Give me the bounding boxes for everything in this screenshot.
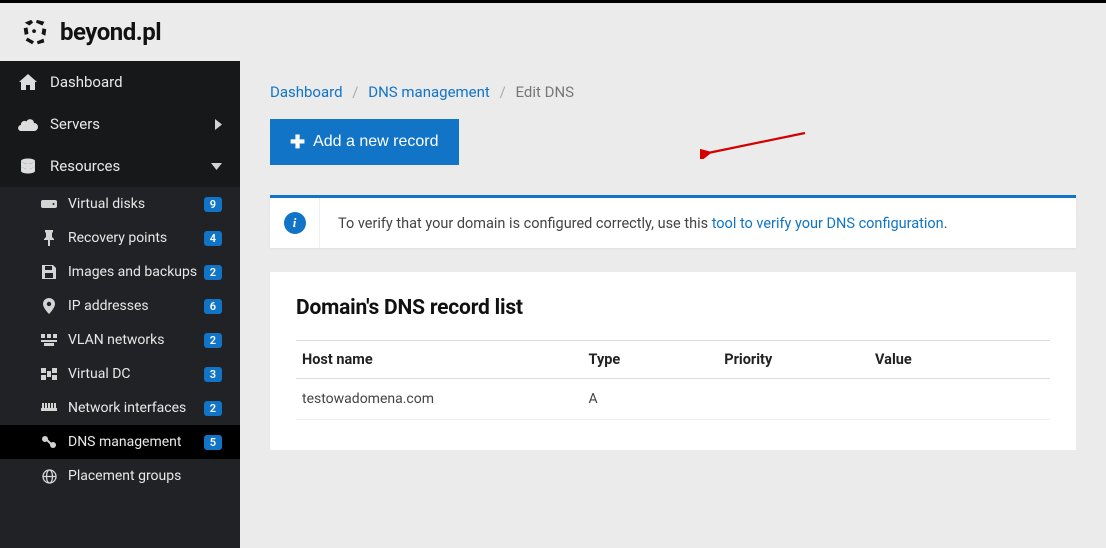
col-priority: Priority	[718, 341, 869, 379]
sidebar-item-resources[interactable]: Resources	[0, 145, 240, 187]
info-text: To verify that your domain is configured…	[320, 201, 966, 246]
info-icon-wrap: i	[270, 198, 320, 248]
info-prefix: To verify that your domain is configured…	[338, 215, 712, 232]
add-record-label: Add a new record	[313, 133, 438, 151]
count-badge: 3	[204, 367, 222, 382]
globe-icon	[40, 469, 58, 484]
map-pin-icon	[40, 298, 58, 314]
cell-priority	[718, 379, 869, 420]
breadcrumb-current: Edit DNS	[516, 83, 575, 101]
cell-value	[869, 379, 1050, 420]
count-badge: 2	[204, 401, 222, 416]
count-badge: 6	[204, 299, 222, 314]
count-badge: 2	[204, 333, 222, 348]
cell-host: testowadomena.com	[296, 379, 583, 420]
sidebar-item-placement-groups[interactable]: Placement groups	[0, 459, 240, 493]
sidebar-item-recovery-points[interactable]: Recovery points 4	[0, 221, 240, 255]
brand-logo[interactable]: beyond.pl	[20, 17, 161, 47]
cell-type: A	[583, 379, 719, 420]
sidebar-item-label: Images and backups	[68, 264, 204, 280]
brand-name: beyond.pl	[60, 18, 161, 46]
table-header-row: Host name Type Priority Value	[296, 341, 1050, 379]
chevron-down-icon	[211, 163, 222, 170]
sidebar-item-label: Network interfaces	[68, 400, 204, 416]
annotation-arrow-icon	[700, 129, 810, 159]
sidebar-item-dashboard[interactable]: Dashboard	[0, 61, 240, 103]
count-badge: 9	[204, 197, 222, 212]
col-host: Host name	[296, 341, 583, 379]
info-banner: i To verify that your domain is configur…	[270, 195, 1076, 248]
app-header: beyond.pl	[0, 3, 1106, 61]
sidebar-item-label: IP addresses	[68, 298, 204, 314]
sidebar-item-label: Recovery points	[68, 230, 204, 246]
main-content: Dashboard / DNS management / Edit DNS ✚ …	[240, 61, 1106, 548]
home-icon	[18, 74, 38, 90]
count-badge: 5	[204, 435, 222, 450]
brand-logo-icon	[20, 17, 50, 47]
plus-icon: ✚	[290, 133, 305, 151]
sidebar-item-network-interfaces[interactable]: Network interfaces 2	[0, 391, 240, 425]
save-icon	[40, 265, 58, 279]
sidebar-item-label: Placement groups	[68, 468, 222, 484]
sidebar: Dashboard Servers Resources	[0, 61, 240, 548]
count-badge: 2	[204, 265, 222, 280]
pin-icon	[40, 230, 58, 246]
info-icon: i	[284, 212, 306, 234]
sidebar-item-virtual-dc[interactable]: Virtual DC 3	[0, 357, 240, 391]
info-suffix: .	[944, 215, 948, 232]
chevron-right-icon	[215, 119, 222, 130]
breadcrumb-dashboard[interactable]: Dashboard	[270, 83, 343, 101]
records-table: Host name Type Priority Value testowadom…	[296, 340, 1050, 420]
sidebar-subnav-resources: Virtual disks 9 Recovery points 4 Images…	[0, 187, 240, 493]
sidebar-item-label: Virtual DC	[68, 366, 204, 382]
sidebar-item-label: DNS management	[68, 434, 204, 450]
panel-title: Domain's DNS record list	[296, 296, 1050, 320]
count-badge: 4	[204, 231, 222, 246]
sidebar-label-servers: Servers	[50, 115, 215, 133]
sidebar-label-resources: Resources	[50, 157, 211, 175]
dns-icon	[40, 435, 58, 449]
disk-icon	[40, 198, 58, 210]
sidebar-item-label: Virtual disks	[68, 196, 204, 212]
breadcrumb-separator: /	[500, 83, 506, 101]
breadcrumb-dns-management[interactable]: DNS management	[368, 83, 490, 101]
sidebar-item-vlan-networks[interactable]: VLAN networks 2	[0, 323, 240, 357]
database-icon	[18, 158, 38, 174]
info-link[interactable]: tool to verify your DNS configuration	[712, 215, 944, 232]
sidebar-item-virtual-disks[interactable]: Virtual disks 9	[0, 187, 240, 221]
sidebar-item-label: VLAN networks	[68, 332, 204, 348]
sidebar-item-images-backups[interactable]: Images and backups 2	[0, 255, 240, 289]
breadcrumb-separator: /	[352, 83, 358, 101]
cloud-icon	[18, 117, 38, 131]
sidebar-item-ip-addresses[interactable]: IP addresses 6	[0, 289, 240, 323]
sidebar-label-dashboard: Dashboard	[50, 73, 222, 91]
col-value: Value	[869, 341, 1050, 379]
sidebar-item-dns-management[interactable]: DNS management 5	[0, 425, 240, 459]
interface-icon	[40, 403, 58, 413]
dns-records-panel: Domain's DNS record list Host name Type …	[270, 272, 1076, 450]
network-icon	[40, 334, 58, 346]
table-row[interactable]: testowadomena.com A	[296, 379, 1050, 420]
col-type: Type	[583, 341, 719, 379]
breadcrumb: Dashboard / DNS management / Edit DNS	[270, 83, 1076, 101]
sidebar-item-servers[interactable]: Servers	[0, 103, 240, 145]
add-record-button[interactable]: ✚ Add a new record	[270, 119, 459, 165]
datacenter-icon	[40, 368, 58, 380]
